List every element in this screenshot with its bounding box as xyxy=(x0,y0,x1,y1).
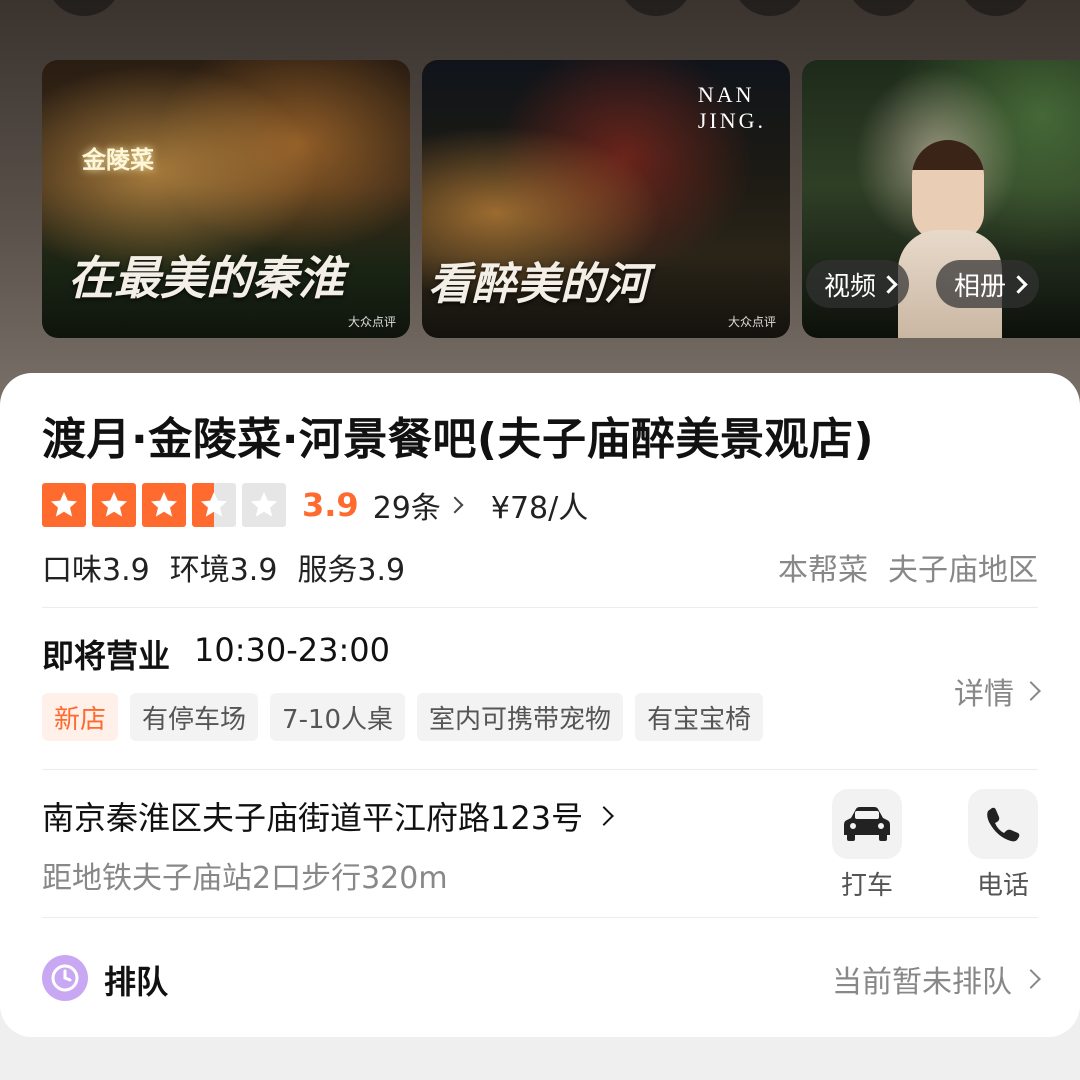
details-link[interactable]: 详情 xyxy=(954,669,1041,713)
star-icon xyxy=(92,483,136,527)
business-hours: 即将营业 10:30-23:00 xyxy=(42,631,390,677)
queue-status-link[interactable]: 当前暂未排队 xyxy=(832,957,1041,1001)
taxi-label: 打车 xyxy=(840,871,893,901)
reviews-link[interactable]: 29条 xyxy=(372,483,464,527)
service-score: 服务3.9 xyxy=(297,553,406,588)
star-icon xyxy=(42,483,86,527)
logo-line-1: NAN xyxy=(697,82,755,107)
rating-row: 3.9 29条 ¥78/人 xyxy=(42,483,588,527)
phone-button[interactable]: 电话 xyxy=(968,789,1038,902)
category-tags: 本帮菜 夫子庙地区 xyxy=(778,545,1038,589)
price-per-person: ¥78/人 xyxy=(490,491,589,526)
shop-title: 渡月·金陵菜·河景餐吧(夫子庙醉美景观店) xyxy=(42,414,875,465)
video-button[interactable]: 视频 xyxy=(806,260,910,308)
chevron-right-icon xyxy=(1021,681,1041,701)
star-rating xyxy=(42,483,292,527)
logo-line-2: JING. xyxy=(697,108,766,133)
details-label: 详情 xyxy=(954,677,1014,712)
feature-chip: 7-10人桌 xyxy=(270,693,406,741)
star-icon xyxy=(242,483,286,527)
address-link[interactable]: 南京秦淮区夫子庙街道平江府路123号 xyxy=(42,793,614,839)
photo-caption: 在最美的秦淮 xyxy=(68,251,344,305)
new-shop-badge: 新店 xyxy=(42,693,119,741)
metro-distance: 距地铁夫子庙站2口步行320m xyxy=(42,861,448,896)
feature-chip: 室内可携带宠物 xyxy=(417,693,624,741)
star-icon xyxy=(142,483,186,527)
gallery-photo-1[interactable]: 金陵菜 在最美的秦淮 大众点评 xyxy=(42,60,410,338)
star-icon xyxy=(192,483,236,527)
car-icon xyxy=(832,789,902,859)
cuisine-tag[interactable]: 本帮菜 xyxy=(778,545,868,589)
queue-status-text: 当前暂未排队 xyxy=(832,965,1012,1000)
watermark: 大众点评 xyxy=(727,315,776,329)
rating-score: 3.9 xyxy=(302,486,359,524)
chevron-right-icon xyxy=(879,274,898,294)
feature-chips: 新店 有停车场 7-10人桌 室内可携带宠物 有宝宝椅 xyxy=(42,693,764,741)
photo-gallery: 金陵菜 在最美的秦淮 大众点评 NAN JING. 看醉美的河 大众点评 视频 … xyxy=(0,60,1080,338)
chevron-right-icon xyxy=(1021,969,1041,989)
album-label: 相册 xyxy=(954,271,1007,302)
feature-chip: 有宝宝椅 xyxy=(635,693,764,741)
feature-chip: 有停车场 xyxy=(130,693,259,741)
restaurant-sign-text: 金陵菜 xyxy=(82,146,154,174)
hours-time: 10:30-23:00 xyxy=(194,631,390,669)
taxi-button[interactable]: 打车 xyxy=(832,789,902,902)
taste-score: 口味3.9 xyxy=(42,553,150,588)
open-status: 即将营业 xyxy=(42,637,171,675)
reviews-count: 29条 xyxy=(372,491,441,526)
chevron-right-icon xyxy=(446,496,464,514)
gallery-photo-3[interactable]: 视频 相册 xyxy=(802,60,1080,338)
phone-label: 电话 xyxy=(976,871,1029,901)
address-text: 南京秦淮区夫子庙街道平江府路123号 xyxy=(42,799,584,837)
album-button[interactable]: 相册 xyxy=(936,260,1040,308)
queue-label: 排队 xyxy=(104,963,169,1001)
phone-icon xyxy=(968,789,1038,859)
chevron-right-icon xyxy=(594,806,614,826)
divider xyxy=(42,607,1038,608)
portrait-figure xyxy=(912,140,984,240)
sub-scores: 口味3.9 环境3.9 服务3.9 xyxy=(42,545,405,589)
environment-score: 环境3.9 xyxy=(169,553,278,588)
divider xyxy=(42,769,1038,770)
gallery-photo-2[interactable]: NAN JING. 看醉美的河 大众点评 xyxy=(422,60,790,338)
area-tag[interactable]: 夫子庙地区 xyxy=(888,545,1038,589)
nanjing-logo: NAN JING. xyxy=(698,82,766,134)
divider xyxy=(42,917,1038,918)
shop-info-card: 渡月·金陵菜·河景餐吧(夫子庙醉美景观店) 3.9 29条 ¥78/人 口味3.… xyxy=(0,373,1080,1037)
watermark: 大众点评 xyxy=(347,315,396,329)
clock-icon xyxy=(42,955,88,1001)
chevron-right-icon xyxy=(1009,274,1028,294)
photo-caption: 看醉美的河 xyxy=(428,259,648,310)
video-label: 视频 xyxy=(824,271,877,302)
